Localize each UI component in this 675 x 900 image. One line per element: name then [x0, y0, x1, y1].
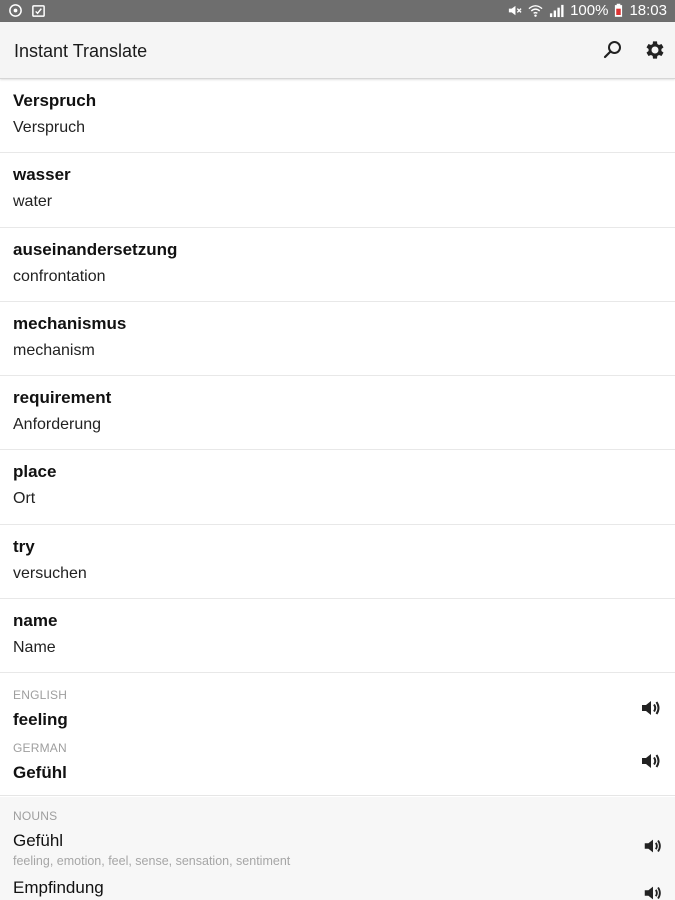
speaker-icon[interactable]	[642, 882, 664, 900]
history-item[interactable]: name Name	[0, 599, 675, 674]
history-translation: Anforderung	[13, 416, 102, 434]
history-item[interactable]: place Ort	[0, 450, 675, 525]
history-translation: Name	[13, 639, 56, 657]
target-language-label: GERMAN	[13, 741, 67, 755]
history-translation: mechanism	[13, 341, 95, 359]
mute-icon	[508, 5, 522, 16]
app-title: Instant Translate	[14, 41, 148, 61]
target-word: Gefühl	[13, 763, 67, 782]
history-translation: Verspruch	[13, 119, 86, 136]
battery-icon	[615, 3, 623, 17]
history-word: name	[13, 611, 58, 631]
wifi-icon	[528, 5, 543, 17]
app-bar: Instant Translate	[0, 22, 675, 79]
history-word: try	[13, 536, 35, 556]
history-item[interactable]: try versuchen	[0, 525, 675, 600]
history-list: Verspruch Verspruch wasser water auseina…	[0, 79, 675, 674]
history-item[interactable]: requirement Anforderung	[0, 376, 675, 451]
source-word: feeling	[13, 710, 68, 729]
source-language-label: ENGLISH	[13, 688, 68, 702]
speaker-icon[interactable]	[639, 749, 663, 773]
nouns-header: NOUNS	[13, 809, 58, 823]
history-item[interactable]: Verspruch Verspruch	[0, 79, 675, 154]
history-word: auseinandersetzung	[13, 239, 178, 259]
status-bar: 100% 18:03	[0, 0, 675, 22]
history-item[interactable]: mechanismus mechanism	[0, 302, 675, 377]
history-translation: confrontation	[13, 267, 106, 285]
settings-icon[interactable]	[642, 38, 666, 62]
history-translation: Ort	[13, 490, 36, 508]
history-word: place	[13, 462, 57, 482]
translation-detail: ENGLISH feeling GERMAN Gefühl	[0, 673, 675, 796]
history-word: wasser	[13, 165, 71, 185]
sync-icon	[9, 4, 22, 17]
history-word: Verspruch	[13, 91, 97, 110]
notification-icon	[32, 5, 45, 17]
history-item[interactable]: wasser water	[0, 153, 675, 228]
clock: 18:03	[629, 2, 667, 19]
history-translation: water	[13, 193, 53, 211]
search-icon[interactable]	[601, 38, 625, 62]
history-word: requirement	[13, 388, 112, 408]
noun-word: Gefühl	[13, 831, 64, 850]
history-item[interactable]: auseinandersetzung confrontation	[0, 228, 675, 302]
noun-word: Empfindung	[13, 878, 104, 897]
battery-percent: 100%	[570, 2, 609, 19]
speaker-icon[interactable]	[642, 835, 664, 857]
noun-synonyms: feeling, emotion, feel, sense, sensation…	[13, 854, 291, 868]
speaker-icon[interactable]	[639, 696, 663, 720]
history-translation: versuchen	[13, 564, 87, 582]
signal-icon	[550, 4, 564, 18]
history-word: mechanismus	[13, 313, 127, 333]
nouns-section: NOUNS Gefühl feeling, emotion, feel, sen…	[0, 797, 675, 900]
